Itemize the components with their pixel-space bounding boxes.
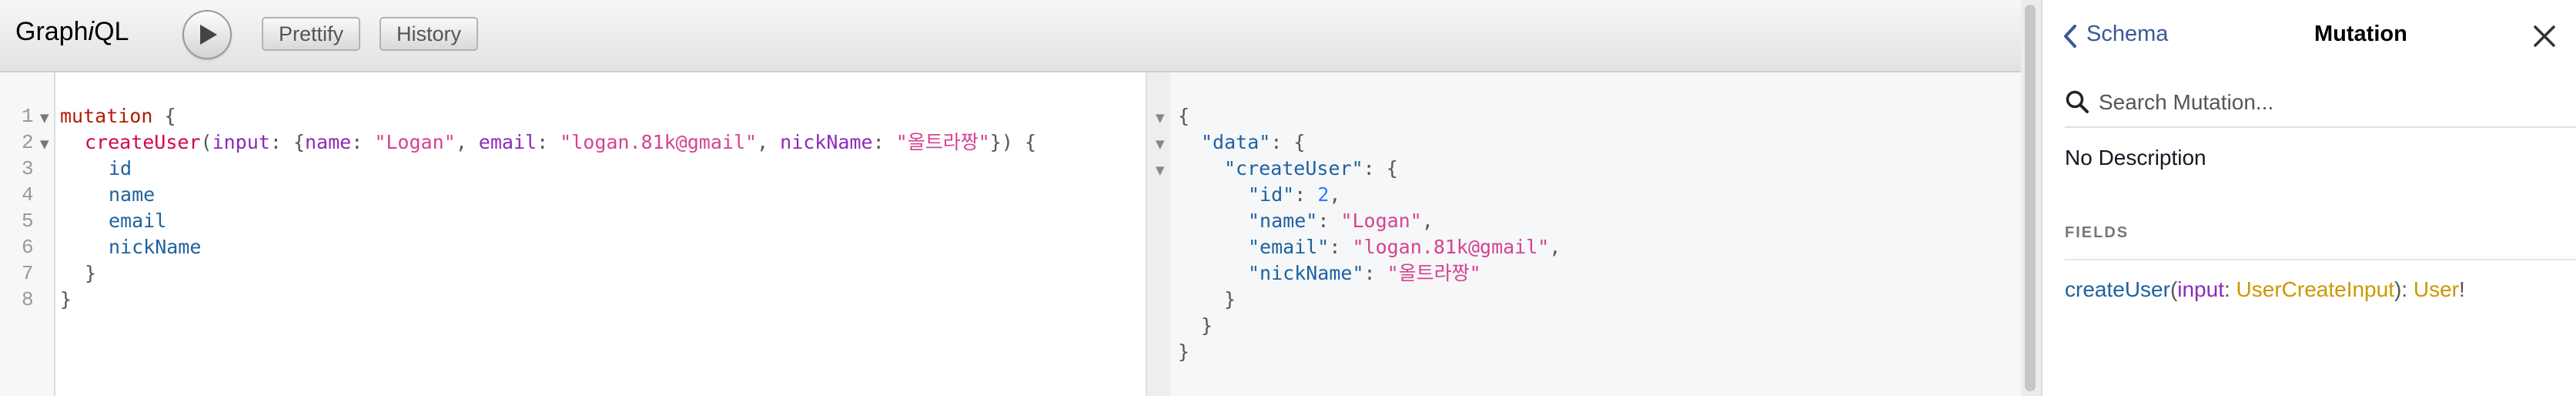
result-line: "nickName": "올트라짱" xyxy=(1248,262,1481,284)
query-editor[interactable]: 1 2 3 4 5 6 7 8 ▼ ▼ mutation { createUse… xyxy=(0,72,1146,396)
graphiql-logo: GraphiQL xyxy=(15,17,129,46)
code-line-3: id xyxy=(109,157,132,180)
prettify-button[interactable]: Prettify xyxy=(262,17,361,51)
result-line: "name": "Logan", xyxy=(1248,210,1434,232)
docs-search-input[interactable] xyxy=(2097,85,2562,120)
code-line-6: nickName xyxy=(109,236,202,258)
fields-heading: FIELDS xyxy=(2065,224,2129,241)
result-line: { xyxy=(1178,105,1190,127)
result-line: "createUser": { xyxy=(1224,157,1398,180)
docs-search xyxy=(2065,83,2576,128)
fold-arrow-icon[interactable]: ▼ xyxy=(1156,163,1165,177)
type-description: No Description xyxy=(2065,146,2206,169)
docs-title: Mutation xyxy=(2314,22,2407,46)
line-number: 3 xyxy=(22,157,34,180)
execute-query-button[interactable] xyxy=(182,10,232,59)
play-icon xyxy=(200,25,217,45)
line-number: 5 xyxy=(22,210,34,233)
result-scrollbar-thumb[interactable] xyxy=(2025,5,2036,391)
line-number: 7 xyxy=(22,262,34,285)
result-line: "id": 2, xyxy=(1248,183,1341,206)
code-line-4: name xyxy=(109,183,156,206)
toolbar: GraphiQL Prettify History xyxy=(0,0,2021,72)
line-number: 4 xyxy=(22,183,34,206)
fold-arrow-icon[interactable]: ▼ xyxy=(40,137,49,151)
result-line: } xyxy=(1201,314,1213,337)
close-icon[interactable] xyxy=(2534,25,2555,47)
code-line-5: email xyxy=(109,210,167,232)
history-button[interactable]: History xyxy=(380,17,479,51)
line-number: 6 xyxy=(22,236,34,259)
result-line: "data": { xyxy=(1201,131,1306,153)
result-viewer: { "data": { "createUser": { "id": 2, "na… xyxy=(1170,72,2021,396)
fold-arrow-icon[interactable]: ▼ xyxy=(1156,111,1165,125)
line-number: 8 xyxy=(22,288,34,311)
result-line: } xyxy=(1178,341,1190,363)
fold-arrow-icon[interactable]: ▼ xyxy=(40,111,49,125)
chevron-left-icon xyxy=(2064,25,2076,48)
docs-explorer xyxy=(2041,0,2576,396)
code-line-2: createUser(input: {name: "Logan", email:… xyxy=(85,131,1037,153)
field-item: createUser(input: UserCreateInput): User… xyxy=(2065,277,2465,301)
result-line: } xyxy=(1224,288,1236,310)
fields-divider xyxy=(2065,259,2576,260)
code-line-1: mutation { xyxy=(60,105,176,127)
search-icon xyxy=(2066,90,2089,113)
field-arg-name: input xyxy=(2177,277,2224,301)
code-line-7: } xyxy=(85,262,97,284)
arg-type-link[interactable]: UserCreateInput xyxy=(2236,277,2394,301)
return-type-link[interactable]: User xyxy=(2414,277,2459,301)
field-name-link[interactable]: createUser xyxy=(2065,277,2170,301)
line-number: 1 xyxy=(22,105,34,128)
code-line-8: } xyxy=(60,288,72,310)
line-number: 2 xyxy=(22,131,34,154)
fold-arrow-icon[interactable]: ▼ xyxy=(1156,137,1165,151)
result-line: "email": "logan.81k@gmail", xyxy=(1248,236,1561,258)
